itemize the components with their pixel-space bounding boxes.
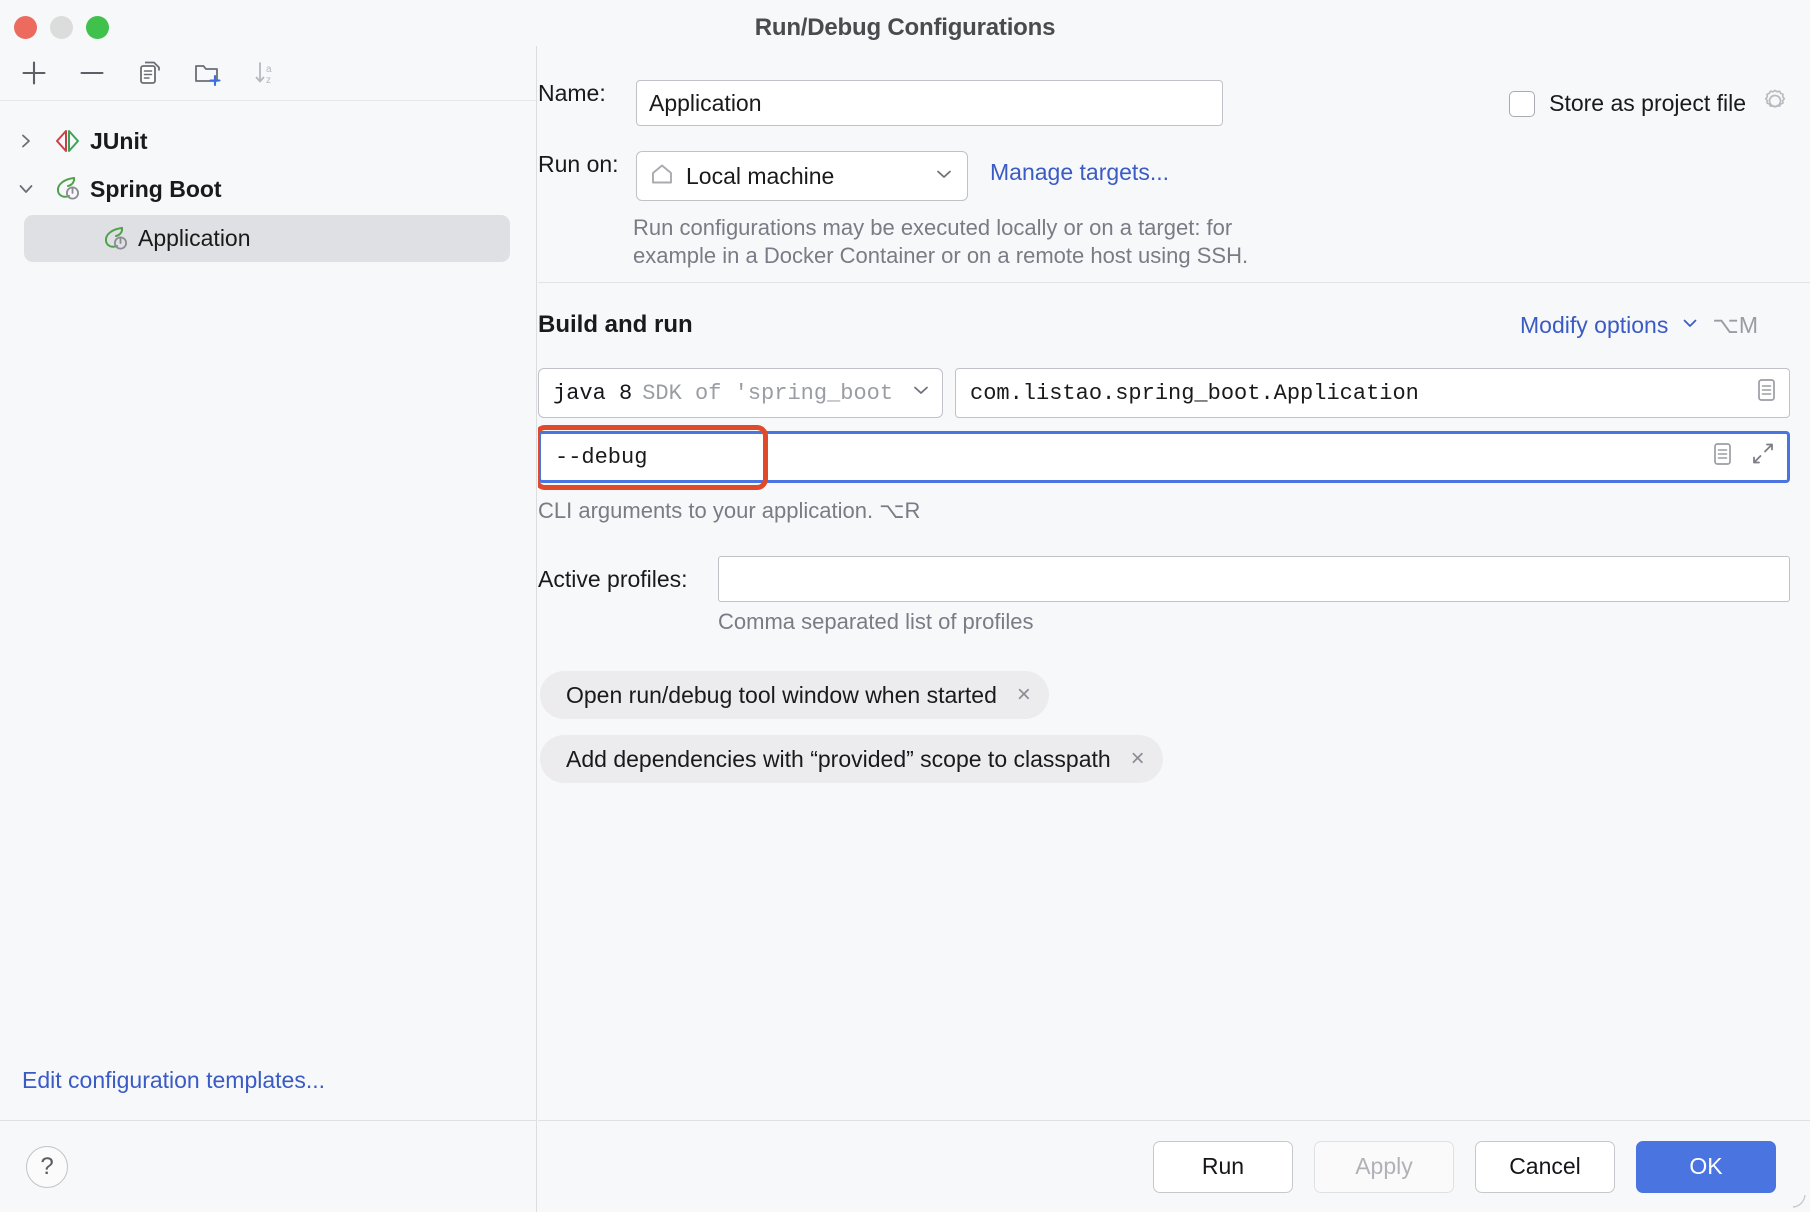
name-label: Name:: [538, 80, 606, 106]
run-on-hint: Run configurations may be executed local…: [633, 214, 1273, 269]
sdk-description-value: SDK of 'spring_boot: [642, 380, 894, 406]
store-as-project-file-row: Store as project file: [1509, 86, 1790, 121]
sidebar-toolbar: a z: [0, 46, 536, 101]
modify-options-shortcut: ⌥M: [1712, 312, 1758, 338]
program-arguments-row: --debug: [538, 425, 1790, 490]
active-profiles-label: Active profiles:: [538, 565, 688, 592]
name-input[interactable]: Application: [636, 80, 1223, 126]
close-icon[interactable]: ×: [1017, 683, 1031, 707]
option-chip: Add dependencies with “provided” scope t…: [540, 735, 1163, 783]
apply-button: Apply: [1314, 1140, 1454, 1193]
page-title: Run/Debug Configurations: [754, 13, 1056, 41]
help-icon[interactable]: ?: [26, 1145, 68, 1188]
run-on-hint-line1: Run configurations may be executed local…: [633, 215, 1233, 240]
close-icon[interactable]: ×: [1131, 747, 1145, 771]
main-class-input[interactable]: com.listao.spring_boot.Application: [955, 368, 1790, 418]
tree-item-label: Application: [138, 225, 251, 251]
list-document-icon[interactable]: [1709, 440, 1735, 475]
run-debug-configurations-dialog: Run/Debug Configurations a z JUnit Sprin…: [0, 0, 1810, 1212]
expand-arrows-icon[interactable]: [1749, 440, 1777, 475]
ok-button[interactable]: OK: [1636, 1140, 1776, 1193]
run-button[interactable]: Run: [1153, 1140, 1293, 1193]
option-chip-label: Open run/debug tool window when started: [566, 681, 997, 708]
sdk-select[interactable]: java 8 SDK of 'spring_boot: [538, 368, 943, 418]
tree-item-label: Spring Boot: [90, 175, 222, 202]
manage-targets-link[interactable]: Manage targets...: [990, 159, 1169, 186]
chevron-down-icon: [1680, 312, 1700, 339]
configurations-tree: JUnit Spring Boot Application: [0, 101, 536, 262]
chevron-down-icon[interactable]: [0, 180, 52, 198]
minimize-window-button[interactable]: [50, 16, 73, 39]
run-on-value: Local machine: [686, 162, 835, 189]
configuration-form: Name: Application Store as project file …: [538, 46, 1810, 1120]
sidebar-footer: ?: [0, 1120, 536, 1212]
chevron-down-icon[interactable]: [910, 379, 932, 408]
program-arguments-hint: CLI arguments to your application. ⌥R: [538, 498, 921, 523]
configurations-sidebar: a z JUnit Spring Boot Application Edit c…: [0, 46, 537, 1212]
resize-grip-icon[interactable]: [1788, 1190, 1806, 1208]
section-divider: [538, 282, 1810, 283]
run-on-label: Run on:: [538, 151, 619, 177]
spring-boot-icon: [52, 173, 84, 205]
option-chips: Open run/debug tool window when started …: [540, 671, 1163, 799]
tree-item-application[interactable]: Application: [24, 215, 510, 262]
run-on-select[interactable]: Local machine: [636, 151, 968, 201]
spring-boot-icon: [100, 223, 132, 255]
svg-text:a: a: [266, 64, 272, 75]
modify-options-button[interactable]: Modify options ⌥M: [1520, 312, 1758, 339]
main-class-value: com.listao.spring_boot.Application: [970, 380, 1419, 406]
tree-item-junit[interactable]: JUnit: [0, 117, 536, 165]
run-on-hint-line2: example in a Docker Container or on a re…: [633, 242, 1249, 268]
remove-configuration-button[interactable]: [70, 51, 114, 95]
sdk-and-main-class-row: java 8 SDK of 'spring_boot com.listao.sp…: [538, 368, 1790, 418]
copy-configuration-button[interactable]: [128, 51, 172, 95]
sort-configurations-button[interactable]: a z: [244, 51, 288, 95]
list-document-icon[interactable]: [1753, 376, 1779, 411]
program-arguments-input[interactable]: --debug: [538, 431, 1790, 483]
program-arguments-value: --debug: [555, 444, 648, 470]
build-and-run-heading: Build and run: [538, 311, 693, 338]
add-configuration-button[interactable]: [12, 51, 56, 95]
modify-options-label: Modify options: [1520, 312, 1669, 338]
store-as-project-file-checkbox[interactable]: [1509, 90, 1536, 117]
run-on-row: Run on:: [538, 151, 619, 178]
store-as-project-file-label: Store as project file: [1549, 90, 1746, 116]
home-icon: [649, 161, 675, 192]
dialog-button-bar: Run Apply Cancel OK: [538, 1120, 1810, 1212]
new-folder-button[interactable]: [186, 51, 230, 95]
close-window-button[interactable]: [14, 16, 37, 39]
active-profiles-input[interactable]: [718, 556, 1790, 602]
option-chip: Open run/debug tool window when started …: [540, 671, 1049, 719]
tree-item-spring-boot[interactable]: Spring Boot: [0, 165, 536, 213]
active-profiles-hint: Comma separated list of profiles: [718, 609, 1034, 634]
name-row: Name:: [538, 80, 606, 107]
active-profiles-row: Active profiles:: [538, 556, 1790, 602]
gear-icon[interactable]: [1760, 86, 1790, 121]
traffic-lights: [14, 16, 109, 39]
junit-icon: [52, 125, 84, 157]
zoom-window-button[interactable]: [86, 16, 109, 39]
sdk-version-value: java 8: [553, 380, 633, 406]
chevron-down-icon[interactable]: [933, 163, 955, 190]
edit-configuration-templates-link[interactable]: Edit configuration templates...: [22, 1067, 325, 1094]
tree-item-label: JUnit: [90, 127, 148, 154]
svg-text:z: z: [266, 75, 271, 86]
name-input-value: Application: [649, 89, 762, 116]
cancel-button[interactable]: Cancel: [1475, 1140, 1615, 1193]
option-chip-label: Add dependencies with “provided” scope t…: [566, 745, 1111, 772]
chevron-right-icon[interactable]: [0, 132, 52, 150]
